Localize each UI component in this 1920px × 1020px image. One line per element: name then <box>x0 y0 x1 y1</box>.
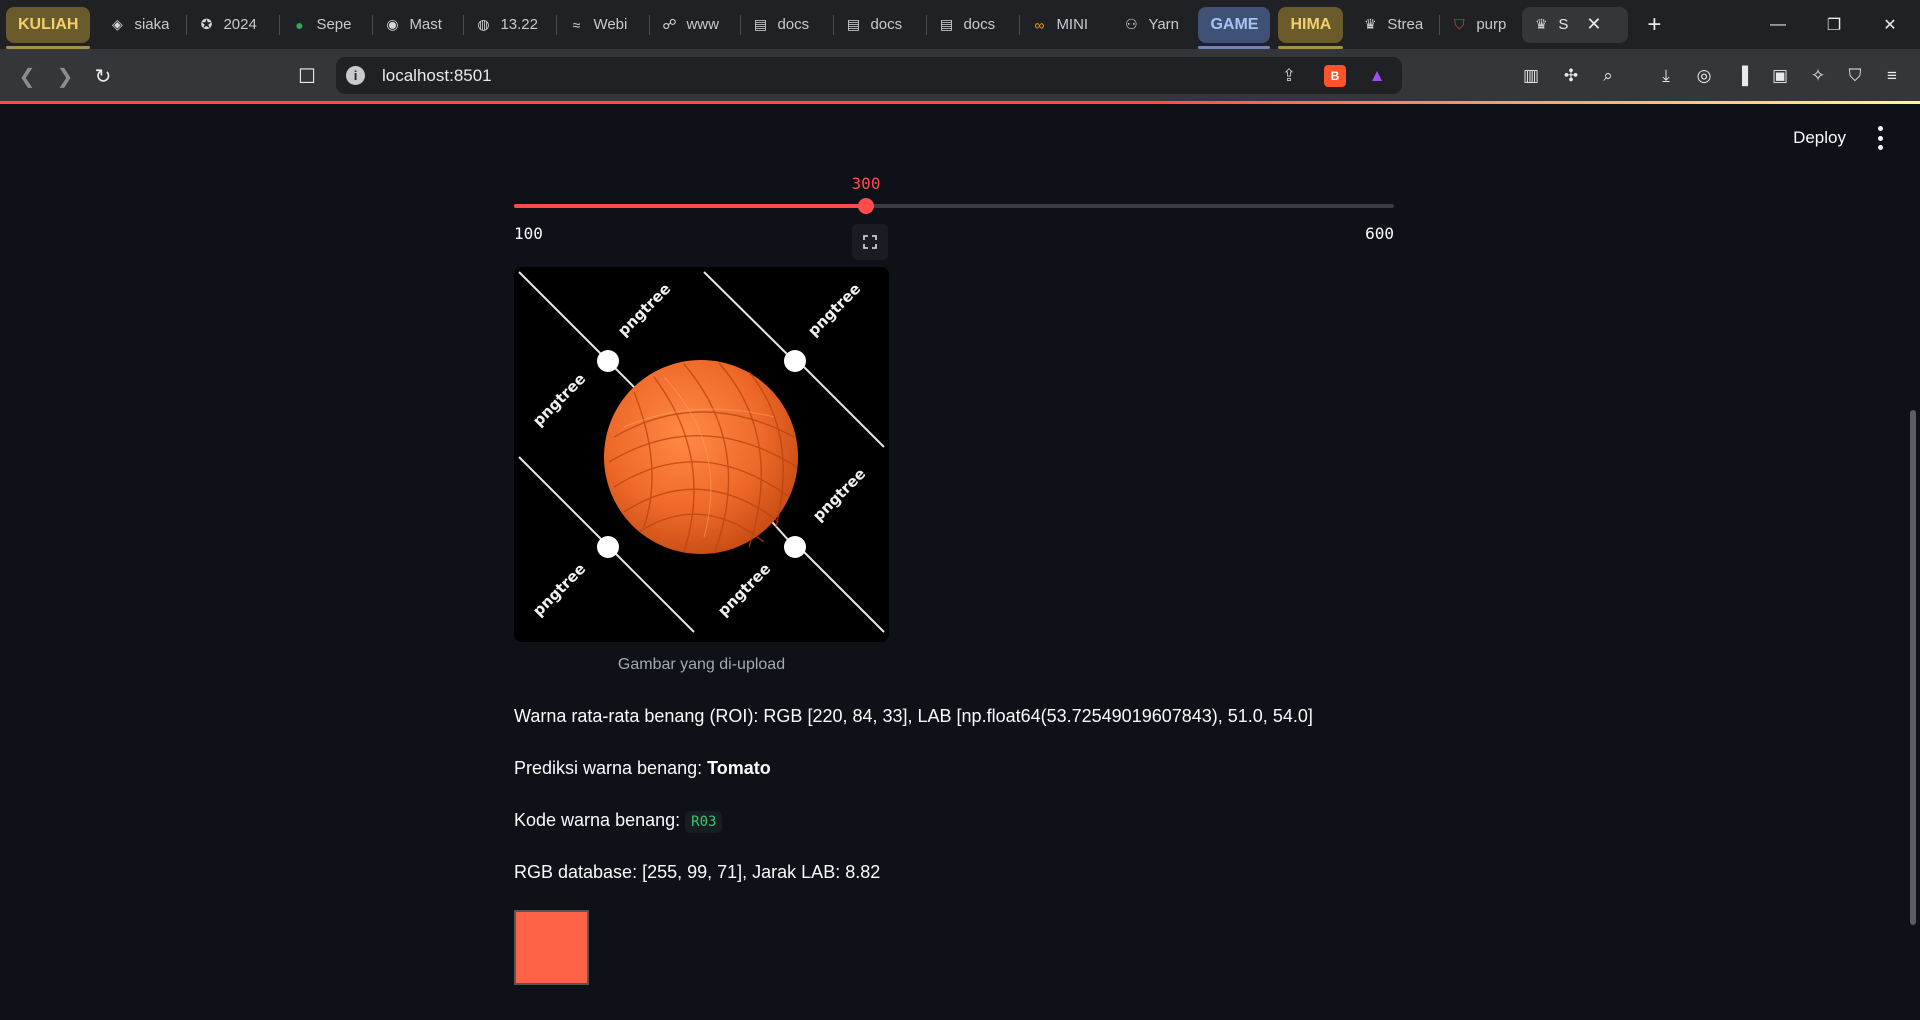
slider-value: 300 <box>851 174 881 193</box>
site-info-icon[interactable]: i <box>346 66 365 85</box>
deploy-button[interactable]: Deploy <box>1793 128 1846 148</box>
tab-strip: KULIAH ◈ siaka ✪ 2024 ● Sepe ◉ Mast ◍ 13… <box>0 0 1920 49</box>
browser-tab[interactable]: ∞ MINI <box>1020 7 1112 43</box>
webinar-icon: ≈ <box>572 16 581 33</box>
doc-icon: ▤ <box>939 16 954 32</box>
search-page-icon[interactable]: ⌕ <box>1596 64 1620 88</box>
leo-ai-icon[interactable]: ✧ <box>1806 64 1830 88</box>
browser-tab[interactable]: ♛ Strea <box>1351 7 1439 43</box>
reader-mode-icon[interactable]: ▥ <box>1519 64 1543 88</box>
runner-icon: ☍ <box>662 16 677 32</box>
close-window-button[interactable]: ✕ <box>1862 0 1918 49</box>
prediction-label: Prediksi warna benang: <box>514 758 708 778</box>
tab-group-hima[interactable]: HIMA <box>1278 6 1344 49</box>
back-button[interactable]: ❮ <box>12 61 42 91</box>
tab-label: purp <box>1476 16 1507 33</box>
extensions-icon[interactable]: ✣ <box>1559 64 1583 88</box>
forward-button[interactable]: ❯ <box>50 61 80 91</box>
color-code-text: Kode warna benang: R03 <box>514 810 723 833</box>
avg-color-text: Warna rata-rata benang (ROI): RGB [220, … <box>514 706 1313 726</box>
slider-fill <box>514 204 866 208</box>
flag-icon: ● <box>295 16 304 33</box>
color-code-label: Kode warna benang: <box>514 810 686 830</box>
tab-label: S <box>1558 16 1569 33</box>
browser-tab[interactable]: ▤ docs <box>741 7 833 43</box>
browser-tab[interactable]: ⚇ Yarn <box>1112 7 1198 43</box>
browser-tab[interactable]: ▤ docs <box>834 7 926 43</box>
browser-tab[interactable]: ≈ Webi <box>557 7 649 43</box>
doc-icon: ▤ <box>753 16 768 32</box>
globe-icon: ◍ <box>477 16 490 32</box>
main-menu-icon[interactable] <box>1876 126 1884 150</box>
github-icon: ◉ <box>386 16 399 32</box>
prediction-text: Prediksi warna benang: Tomato <box>514 758 771 779</box>
rgb-database-text: RGB database: [255, 99, 71], Jarak LAB: … <box>514 862 881 882</box>
emblem-icon: ✪ <box>200 16 213 32</box>
vpn-shield-icon[interactable]: ⛉ <box>1843 64 1867 88</box>
streamlit-icon: ♛ <box>1535 16 1548 32</box>
browser-tab[interactable]: ▤ docs <box>927 7 1019 43</box>
app-header: Deploy <box>0 104 1920 174</box>
browser-tab[interactable]: ◈ siaka <box>98 7 186 43</box>
slider-thumb[interactable] <box>858 198 874 214</box>
wallet-icon[interactable]: ▣ <box>1768 64 1792 88</box>
prediction-value: Tomato <box>707 758 771 778</box>
download-icon[interactable]: ⤓ <box>1654 64 1678 88</box>
bookmark-icon[interactable]: ☐ <box>292 61 322 91</box>
rewards-icon[interactable]: ▲ <box>1366 65 1388 87</box>
color-code-chip: R03 <box>685 811 723 833</box>
browser-tab[interactable]: ● Sepe <box>280 7 372 43</box>
menu-icon[interactable]: ≡ <box>1880 64 1904 88</box>
browser-tab[interactable]: ☍ www <box>650 7 740 43</box>
browser-tab[interactable]: ◍ 13.22 <box>464 7 556 43</box>
address-bar[interactable]: i localhost:8501 ⇪ B ▲ <box>336 57 1402 94</box>
color-swatch <box>514 910 589 985</box>
tab-label: Strea <box>1387 16 1424 33</box>
brave-shields-icon[interactable]: B <box>1324 65 1346 87</box>
browser-tab-active[interactable]: ♛ S ✕ <box>1522 6 1629 43</box>
url-text[interactable]: localhost:8501 <box>382 66 492 86</box>
close-tab-icon[interactable]: ✕ <box>1586 14 1601 35</box>
scrollbar[interactable] <box>1910 410 1916 925</box>
share-icon[interactable]: ⇪ <box>1278 65 1300 87</box>
speedreader-icon[interactable]: ◎ <box>1692 64 1716 88</box>
navigation-bar: ❮ ❯ ↻ ☐ i localhost:8501 ⇪ B ▲ ▥ ✣ ⌕ ⤓ ◎… <box>0 49 1920 102</box>
tab-group-kuliah[interactable]: KULIAH <box>6 6 91 49</box>
sidebar-icon[interactable]: ▐ <box>1730 64 1754 88</box>
tab-label: Webi <box>593 16 628 33</box>
browser-tab[interactable]: ✪ 2024 <box>187 7 279 43</box>
reload-button[interactable]: ↻ <box>88 61 118 91</box>
restore-button[interactable]: ❐ <box>1806 0 1862 49</box>
tab-label: Sepe <box>316 16 352 33</box>
tab-label: Mast <box>409 16 442 33</box>
tab-label: docs <box>777 16 810 33</box>
browser-tab[interactable]: ◉ Mast <box>373 7 463 43</box>
infinity-icon: ∞ <box>1034 16 1045 33</box>
new-tab-button[interactable]: + <box>1636 7 1672 43</box>
doc-icon: ▤ <box>846 16 861 32</box>
tab-label: Yarn <box>1148 16 1180 33</box>
tab-label: www <box>686 16 719 33</box>
browser-tab[interactable]: ⛉ purp <box>1440 7 1522 43</box>
tab-label: siaka <box>134 16 170 33</box>
tab-label: 13.22 <box>500 16 538 33</box>
uploaded-image: pngtree pngtree pngtree pngtree pngtree … <box>514 267 889 642</box>
fullscreen-icon[interactable] <box>852 224 888 260</box>
minimize-button[interactable]: — <box>1750 0 1806 49</box>
size-slider[interactable]: 300 100 600 <box>514 170 1394 250</box>
copilot-icon: ⚇ <box>1125 16 1138 32</box>
globe-icon: ◈ <box>112 16 123 32</box>
tab-label: MINI <box>1056 16 1089 33</box>
tab-group-game[interactable]: GAME <box>1198 6 1271 49</box>
slider-min-label: 100 <box>514 224 543 243</box>
slider-max-label: 600 <box>1365 224 1394 243</box>
shield-icon: ⛉ <box>1454 16 1465 32</box>
tab-label: docs <box>870 16 903 33</box>
tab-label: 2024 <box>223 16 257 33</box>
tab-label: docs <box>963 16 996 33</box>
streamlit-icon: ♛ <box>1364 16 1377 32</box>
image-caption: Gambar yang di-upload <box>617 656 786 673</box>
